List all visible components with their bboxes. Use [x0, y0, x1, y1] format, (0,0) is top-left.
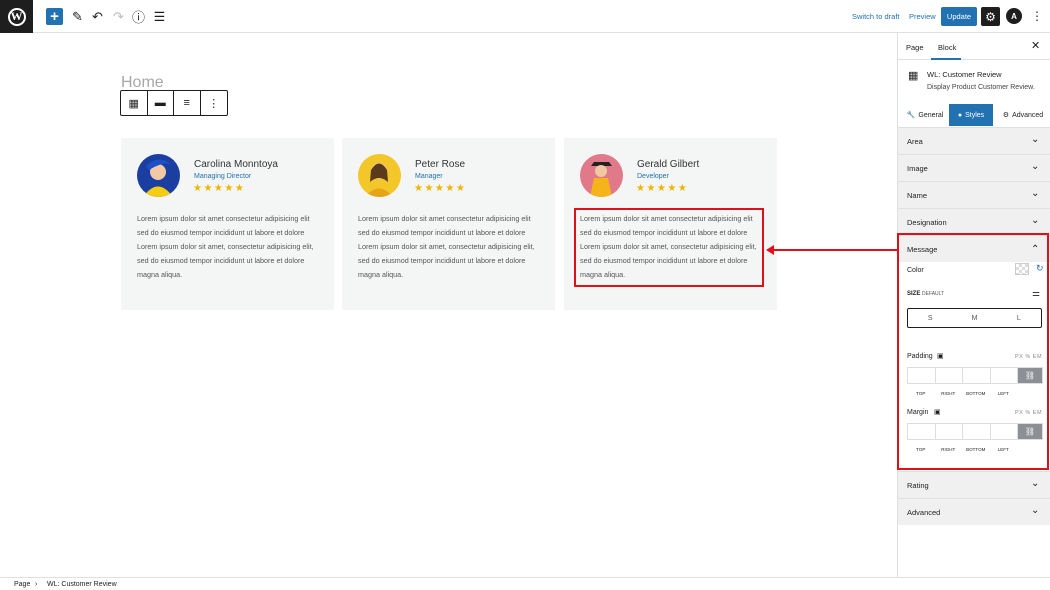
- editor-toolbar: W + ✎ ↶ ↷ ⓘ ☰ Switch to draft Preview Up…: [0, 0, 1050, 33]
- rating-stars: ★★★★★: [414, 183, 467, 194]
- chevron-down-icon: ⌄: [1031, 215, 1040, 226]
- panel-label: Rating: [907, 481, 929, 490]
- reviewer-name: Peter Rose: [415, 159, 466, 170]
- tab-styles[interactable]: ● Styles: [949, 104, 993, 126]
- breadcrumb: Page › WL: Customer Review: [0, 577, 1050, 590]
- panel-label: Area: [907, 137, 923, 146]
- review-card[interactable]: Carolina Monntoya Managing Director ★★★★…: [121, 138, 334, 310]
- reviewer-designation: Manager: [415, 173, 443, 180]
- avatar: [580, 154, 623, 197]
- panel-label: Advanced: [907, 508, 941, 517]
- tab-general-label: General: [918, 111, 944, 119]
- block-more-icon[interactable]: ⋮: [201, 91, 227, 115]
- wordpress-logo-icon[interactable]: W: [0, 0, 33, 33]
- annotation-arrow: [772, 249, 897, 251]
- details-icon[interactable]: ⓘ: [130, 8, 147, 25]
- panel-rating[interactable]: Rating ⌄: [898, 471, 1050, 498]
- chevron-down-icon: ⌄: [1031, 505, 1040, 516]
- astra-icon[interactable]: A: [1006, 8, 1022, 24]
- rating-stars: ★★★★★: [193, 183, 246, 194]
- tab-general[interactable]: 🔧 General: [904, 104, 946, 126]
- panel-image[interactable]: Image ⌄: [898, 154, 1050, 181]
- tab-styles-label: Styles: [965, 111, 985, 119]
- options-more-icon[interactable]: ⋮: [1031, 9, 1043, 23]
- panel-advanced[interactable]: Advanced ⌄: [898, 498, 1050, 525]
- message-panel-highlight-box: [897, 233, 1049, 470]
- breadcrumb-block[interactable]: WL: Customer Review: [47, 581, 117, 588]
- wrench-icon: 🔧: [906, 112, 916, 119]
- gear-icon: ⚙: [1002, 112, 1010, 119]
- text-align-icon[interactable]: ≡: [174, 91, 201, 115]
- reviewer-designation: Developer: [637, 173, 669, 180]
- reviewer-designation: Managing Director: [194, 173, 252, 180]
- settings-gear-icon[interactable]: ⚙: [981, 7, 1000, 26]
- panel-label: Designation: [907, 218, 947, 227]
- panel-name[interactable]: Name ⌄: [898, 181, 1050, 208]
- chevron-down-icon: ⌄: [1031, 478, 1040, 489]
- style-tabs: 🔧 General ● Styles ⚙ Advanced: [898, 104, 1050, 126]
- rating-stars: ★★★★★: [636, 183, 689, 194]
- review-message: Lorem ipsum dolor sit amet consectetur a…: [358, 214, 535, 279]
- redo-icon[interactable]: ↷: [110, 8, 127, 25]
- preview-button[interactable]: Preview: [909, 12, 936, 21]
- tab-block[interactable]: Block: [938, 43, 956, 52]
- avatar: [137, 154, 180, 197]
- undo-icon[interactable]: ↶: [89, 8, 106, 25]
- block-toolbar: ▦ ▬ ≡ ⋮: [120, 90, 228, 116]
- active-tab-indicator: [931, 58, 961, 60]
- review-card[interactable]: Peter Rose Manager ★★★★★ Lorem ipsum dol…: [342, 138, 555, 310]
- panel-label: Name: [907, 191, 928, 200]
- block-grid-icon: ▦: [908, 70, 919, 82]
- panel-label: Image: [907, 164, 928, 173]
- sidebar-tabs: Page Block ✕: [898, 33, 1050, 60]
- panel-designation[interactable]: Designation ⌄: [898, 208, 1050, 235]
- panel-area[interactable]: Area ⌄: [898, 127, 1050, 154]
- block-description: Display Product Customer Review.: [927, 84, 1035, 91]
- add-block-button[interactable]: +: [46, 8, 63, 25]
- review-message: Lorem ipsum dolor sit amet consectetur a…: [137, 214, 314, 279]
- block-title: WL: Customer Review: [927, 70, 1002, 79]
- edit-tools-icon[interactable]: ✎: [69, 8, 86, 25]
- avatar: [358, 154, 401, 197]
- chevron-down-icon: ⌄: [1031, 161, 1040, 172]
- breadcrumb-page[interactable]: Page: [14, 581, 30, 588]
- switch-to-draft-button[interactable]: Switch to draft: [852, 12, 900, 21]
- palette-icon: ●: [957, 111, 963, 119]
- update-button[interactable]: Update: [941, 7, 977, 26]
- close-icon[interactable]: ✕: [1031, 39, 1040, 52]
- chevron-down-icon: ⌄: [1031, 188, 1040, 199]
- message-highlight-box: [574, 208, 764, 287]
- tab-advanced[interactable]: ⚙ Advanced: [998, 104, 1048, 126]
- align-icon[interactable]: ▬: [148, 91, 174, 115]
- reviewer-name: Carolina Monntoya: [194, 159, 278, 170]
- tab-advanced-label: Advanced: [1012, 111, 1044, 119]
- reviewer-name: Gerald Gilbert: [637, 159, 700, 170]
- tab-page[interactable]: Page: [906, 43, 924, 52]
- block-type-icon[interactable]: ▦: [121, 91, 148, 115]
- breadcrumb-separator-icon: ›: [35, 581, 38, 588]
- list-view-icon[interactable]: ☰: [151, 8, 168, 25]
- chevron-down-icon: ⌄: [1031, 134, 1040, 145]
